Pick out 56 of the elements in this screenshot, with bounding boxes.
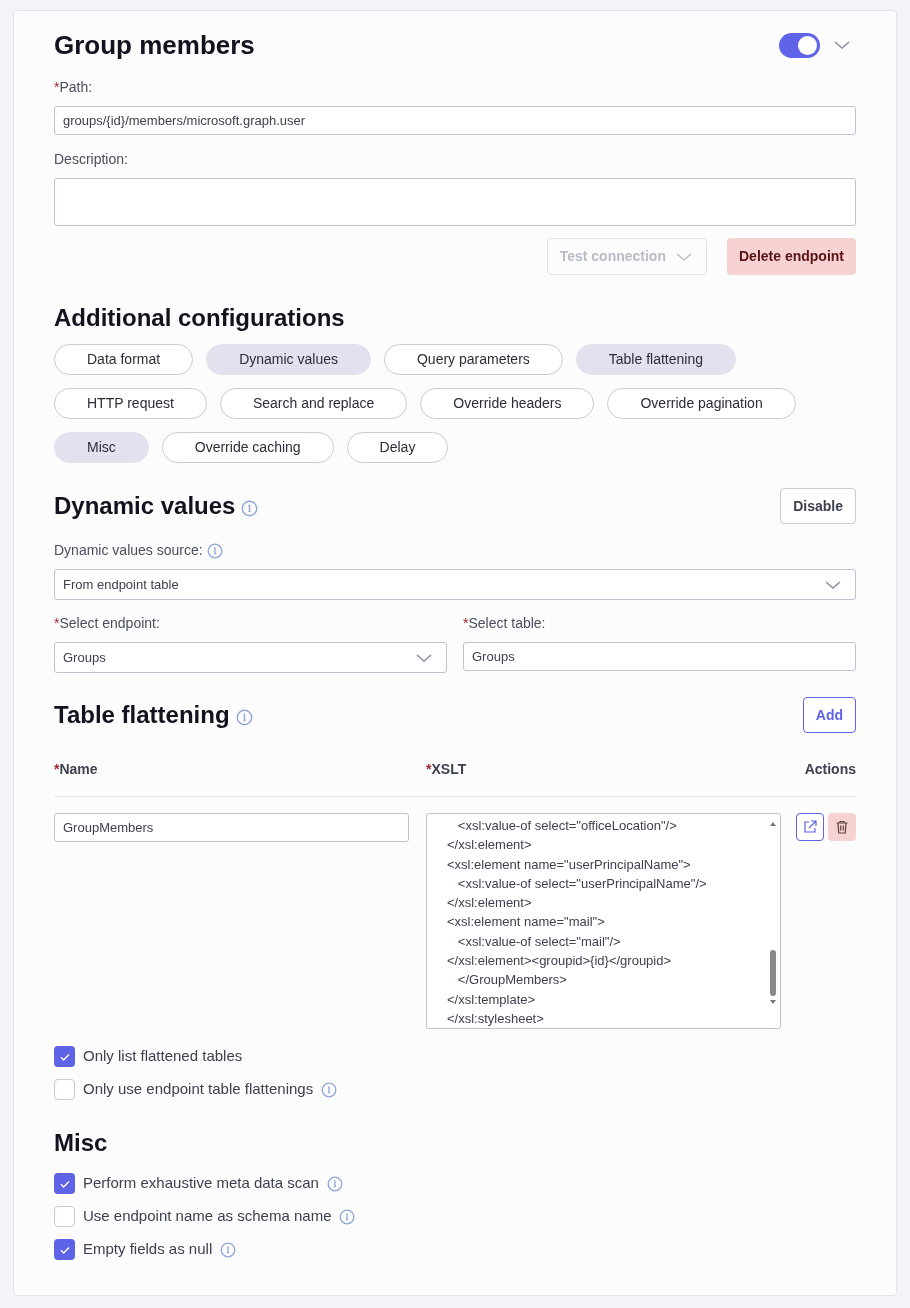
config-chip[interactable]: Misc (54, 432, 149, 463)
config-chip[interactable]: Dynamic values (206, 344, 371, 375)
config-chip[interactable]: Search and replace (219, 388, 408, 419)
checkbox-label: Only list flattened tables (83, 1046, 243, 1067)
config-chip[interactable]: Override caching (161, 432, 334, 463)
endpoint-select[interactable]: Groups (54, 642, 447, 673)
checkbox[interactable] (54, 1239, 75, 1260)
config-chip[interactable]: Query parameters (383, 344, 563, 375)
xslt-textarea[interactable]: <xsl:value-of select="officeLocation"/> </xsl:element> <xsl:element name="userPrincipalName"> <xsl:value-of select="userPrincipalName"/> </xsl:element> <xsl:element name="mail"> <xsl:value-of select="mail"/> </xsl:element><groupid>{id}</groupid> </GroupMembers> </xsl:template> </xsl:stylesheet> (426, 813, 781, 1029)
checkbox-label: Perform exhaustive meta data scan (83, 1173, 319, 1194)
add-button[interactable]: Add (802, 697, 856, 733)
delete-button[interactable] (828, 813, 856, 841)
checkbox-label: Use endpoint name as schema name (83, 1206, 332, 1227)
section-heading: Dynamic values (54, 491, 236, 521)
trash-icon (834, 819, 850, 835)
section-heading: Additional configurations (54, 303, 345, 333)
checkbox[interactable] (54, 1079, 75, 1100)
info-icon[interactable] (220, 1241, 237, 1258)
section-heading: Misc (54, 1128, 108, 1158)
config-chip[interactable]: HTTP request (54, 388, 207, 419)
path-input[interactable]: groups/{id}/members/microsoft.graph.user (54, 106, 856, 135)
info-icon[interactable] (206, 542, 223, 559)
name-input[interactable]: GroupMembers (54, 813, 409, 842)
delete-endpoint-button[interactable]: Delete endpoint (727, 238, 856, 275)
checkbox[interactable] (54, 1206, 75, 1227)
field-label: Dynamic values source: (54, 541, 203, 560)
checkbox-label: Empty fields as null (83, 1239, 213, 1260)
field-label: *Select table: (463, 614, 546, 633)
column-header: *Name (54, 760, 99, 779)
checkbox[interactable] (54, 1173, 75, 1194)
info-icon[interactable] (235, 708, 253, 726)
checkbox-label: Only use endpoint table flattenings (83, 1079, 314, 1100)
section-heading: Table flattening (54, 700, 230, 730)
checkbox[interactable] (54, 1046, 75, 1067)
description-textarea[interactable] (54, 178, 856, 226)
disable-button[interactable]: Disable (780, 488, 856, 524)
config-chip[interactable]: Override pagination (607, 388, 796, 419)
field-label: *Select endpoint: (54, 614, 160, 633)
info-icon[interactable] (321, 1081, 338, 1098)
info-icon[interactable] (241, 499, 259, 517)
column-header: Actions (804, 760, 856, 779)
info-icon[interactable] (339, 1208, 356, 1225)
config-chip[interactable]: Delay (346, 432, 449, 463)
page-title: Group members (54, 28, 255, 62)
external-link-icon (802, 819, 818, 835)
toggle-switch[interactable] (779, 32, 820, 58)
field-label: *Path: (54, 78, 93, 97)
table-input[interactable]: Groups (463, 642, 856, 671)
config-chip[interactable]: Override headers (420, 388, 595, 419)
field-label: Description: (54, 150, 128, 169)
info-icon[interactable] (326, 1175, 343, 1192)
config-chip[interactable]: Table flattening (575, 344, 736, 375)
column-header: *XSLT (426, 760, 468, 779)
open-external-button[interactable] (796, 813, 824, 841)
config-chip[interactable]: Data format (54, 344, 194, 375)
source-select[interactable]: From endpoint table (54, 569, 856, 600)
